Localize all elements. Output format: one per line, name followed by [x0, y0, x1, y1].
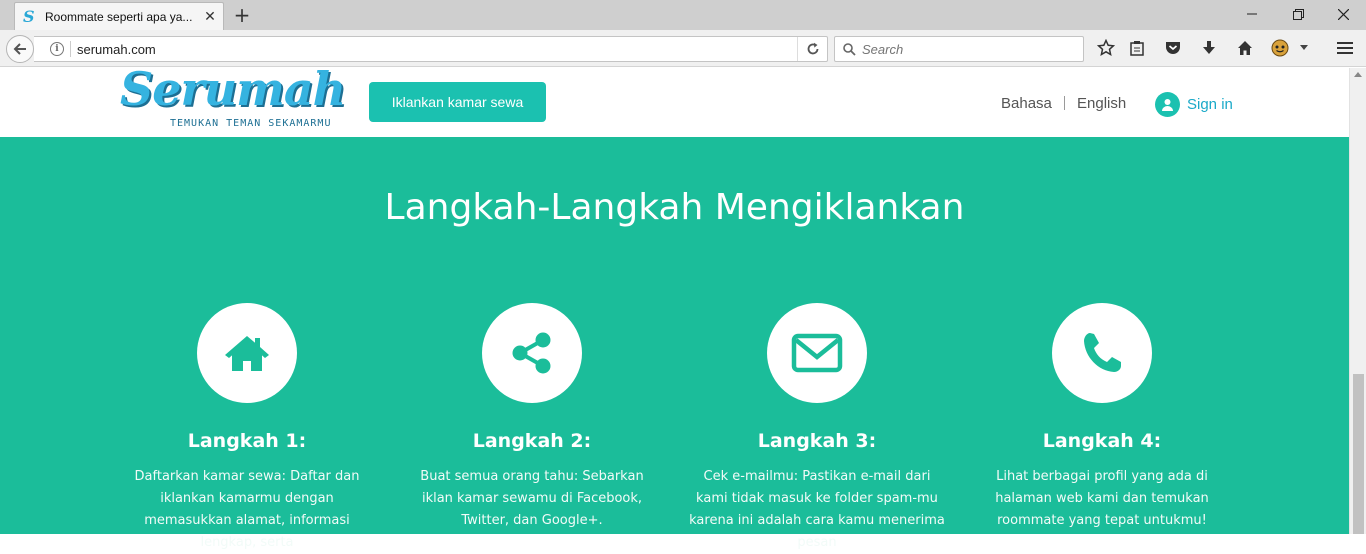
back-button[interactable] [6, 35, 34, 63]
home-icon [1238, 41, 1252, 55]
site-favicon-icon: S [23, 6, 35, 26]
sign-in-link[interactable]: Sign in [1155, 92, 1233, 117]
home-icon [225, 336, 269, 371]
page-scrollbar[interactable] [1349, 68, 1366, 534]
logo-tagline: TEMUKAN TEMAN SEKAMARMU [170, 118, 332, 129]
restore-icon [1292, 8, 1304, 20]
step-description: Daftarkan kamar sewa: Daftar dan iklanka… [134, 469, 360, 550]
phone-icon [1084, 333, 1121, 372]
advertise-room-button[interactable]: Iklankan kamar sewa [369, 82, 546, 122]
logo-wordmark: Serumah [120, 62, 346, 116]
minimize-button[interactable] [1229, 0, 1275, 28]
address-bar[interactable]: i serumah.com [34, 36, 828, 62]
step-4-icon-circle [1052, 303, 1152, 403]
search-bar[interactable] [834, 36, 1084, 62]
search-icon [843, 42, 856, 56]
minimize-icon [1247, 13, 1257, 15]
back-arrow-icon [13, 43, 26, 55]
new-tab-button[interactable]: + [232, 5, 252, 25]
language-english-link[interactable]: English [1077, 95, 1126, 112]
step-1-icon-circle [197, 303, 297, 403]
scroll-up-arrow-icon[interactable] [1354, 72, 1362, 77]
menu-button[interactable] [1335, 38, 1355, 58]
step-2-icon-circle [482, 303, 582, 403]
search-input[interactable] [862, 41, 1072, 57]
site-info-icon[interactable]: i [50, 42, 64, 56]
tab-close-icon[interactable]: ✕ [203, 10, 217, 24]
pocket-icon [1166, 42, 1180, 54]
share-icon [512, 332, 551, 374]
sign-in-label: Sign in [1187, 96, 1233, 113]
url-separator [70, 41, 71, 57]
step-heading: Langkah 3: [757, 430, 877, 452]
envelope-icon [791, 333, 843, 373]
scrollbar-thumb[interactable] [1353, 374, 1364, 534]
step-heading: Langkah 2: [472, 430, 592, 452]
download-icon [1203, 41, 1215, 54]
step-description: Lihat berbagai profil yang ada di halama… [995, 469, 1209, 528]
tab-title: Roommate seperti apa ya... [45, 9, 193, 24]
reload-icon [807, 42, 818, 55]
section-title: Langkah-Langkah Mengiklankan [384, 187, 965, 228]
star-icon [1097, 39, 1115, 57]
step-heading: Langkah 1: [187, 430, 307, 452]
tab-strip: S Roommate seperti apa ya... ✕ + [0, 0, 1366, 30]
user-icon [1155, 92, 1180, 117]
language-separator [1064, 96, 1065, 110]
hamburger-menu-icon [1337, 42, 1353, 54]
extension-button[interactable] [1270, 38, 1290, 58]
browser-tab[interactable]: S Roommate seperti apa ya... ✕ [14, 2, 224, 30]
extension-dropdown-button[interactable] [1297, 38, 1311, 58]
language-bahasa-link[interactable]: Bahasa [1001, 95, 1052, 112]
close-window-button[interactable] [1320, 0, 1366, 28]
pocket-button[interactable] [1163, 38, 1183, 58]
chevron-down-icon [1300, 45, 1308, 50]
step-3-icon-circle [767, 303, 867, 403]
home-button[interactable] [1235, 38, 1255, 58]
serumah-logo[interactable]: Serumah TEMUKAN TEMAN SEKAMARMU [120, 62, 360, 136]
step-description: Buat semua orang tahu: Sebarkan iklan ka… [420, 469, 644, 528]
close-icon [1337, 8, 1349, 20]
downloads-button[interactable] [1199, 38, 1219, 58]
step-1: Langkah 1: Daftarkan kamar sewa: Daftar … [112, 303, 382, 554]
reload-button[interactable] [797, 37, 827, 61]
bookmark-star-button[interactable] [1096, 38, 1116, 58]
url-text[interactable]: serumah.com [77, 42, 797, 57]
site-header: Serumah TEMUKAN TEMAN SEKAMARMU Iklankan… [0, 62, 1349, 137]
step-2: Langkah 2: Buat semua orang tahu: Sebark… [397, 303, 667, 532]
step-4: Langkah 4: Lihat berbagai profil yang ad… [967, 303, 1237, 532]
step-description: Cek e-mailmu: Pastikan e-mail dari kami … [689, 469, 945, 550]
restore-button[interactable] [1275, 0, 1321, 28]
advertising-steps-section: Langkah-Langkah Mengiklankan Langkah 1: … [0, 137, 1349, 550]
clipboard-icon [1130, 41, 1144, 56]
step-heading: Langkah 4: [1042, 430, 1162, 452]
monkey-face-icon [1271, 39, 1289, 57]
step-3: Langkah 3: Cek e-mailmu: Pastikan e-mail… [682, 303, 952, 554]
reading-list-button[interactable] [1127, 38, 1147, 58]
